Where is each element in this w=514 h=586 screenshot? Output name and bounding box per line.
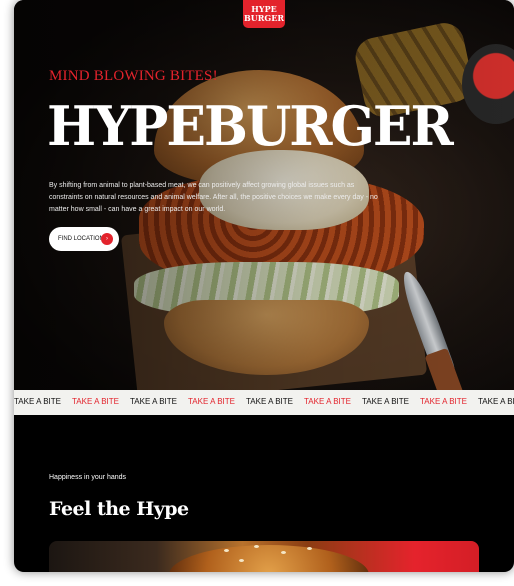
marquee-item: TAKE A BITE [420, 397, 467, 406]
marquee-item: TAKE A BITE [304, 397, 351, 406]
sesame-seed [239, 559, 244, 562]
hero-section: HYPE BURGER MIND BLOWING BITES! HYPEBURG… [14, 0, 514, 390]
hero-title: HYPEBURGER [47, 94, 454, 159]
marquee-item: TAKE A BITE [14, 397, 61, 406]
hero-tagline: MIND BLOWING BITES! [49, 68, 218, 84]
burger-teaser-image [49, 541, 479, 572]
section-label: Happiness in your hands [49, 474, 127, 481]
sesame-seed [254, 545, 259, 548]
sesame-seed [281, 551, 286, 554]
sesame-seed [224, 549, 229, 552]
take-a-bite-marquee: TAKE A BITE TAKE A BITE TAKE A BITE TAKE A … [14, 390, 514, 415]
sesame-bun-image [169, 545, 369, 572]
marquee-item: TAKE A BITE [362, 397, 409, 406]
find-location-button[interactable]: FIND LOCATION › [49, 227, 119, 251]
hero-description: By shifting from animal to plant-based m… [49, 182, 378, 213]
logo-line-2: BURGER [244, 13, 284, 23]
find-location-label: FIND LOCATION [58, 236, 104, 242]
sesame-seed [307, 547, 312, 550]
marquee-item: TAKE A BITE [188, 397, 235, 406]
brand-logo[interactable]: HYPE BURGER [243, 0, 285, 28]
marquee-item: TAKE A BITE [246, 397, 293, 406]
marquee-item: TAKE A BITE [130, 397, 177, 406]
arrow-right-icon: › [101, 233, 113, 245]
page-frame: HYPE BURGER MIND BLOWING BITES! HYPEBURG… [14, 0, 514, 572]
marquee-item: TAKE A BITE [72, 397, 119, 406]
section-title: Feel the Hype [49, 498, 189, 520]
marquee-item: TAKE A BITE [478, 397, 514, 406]
